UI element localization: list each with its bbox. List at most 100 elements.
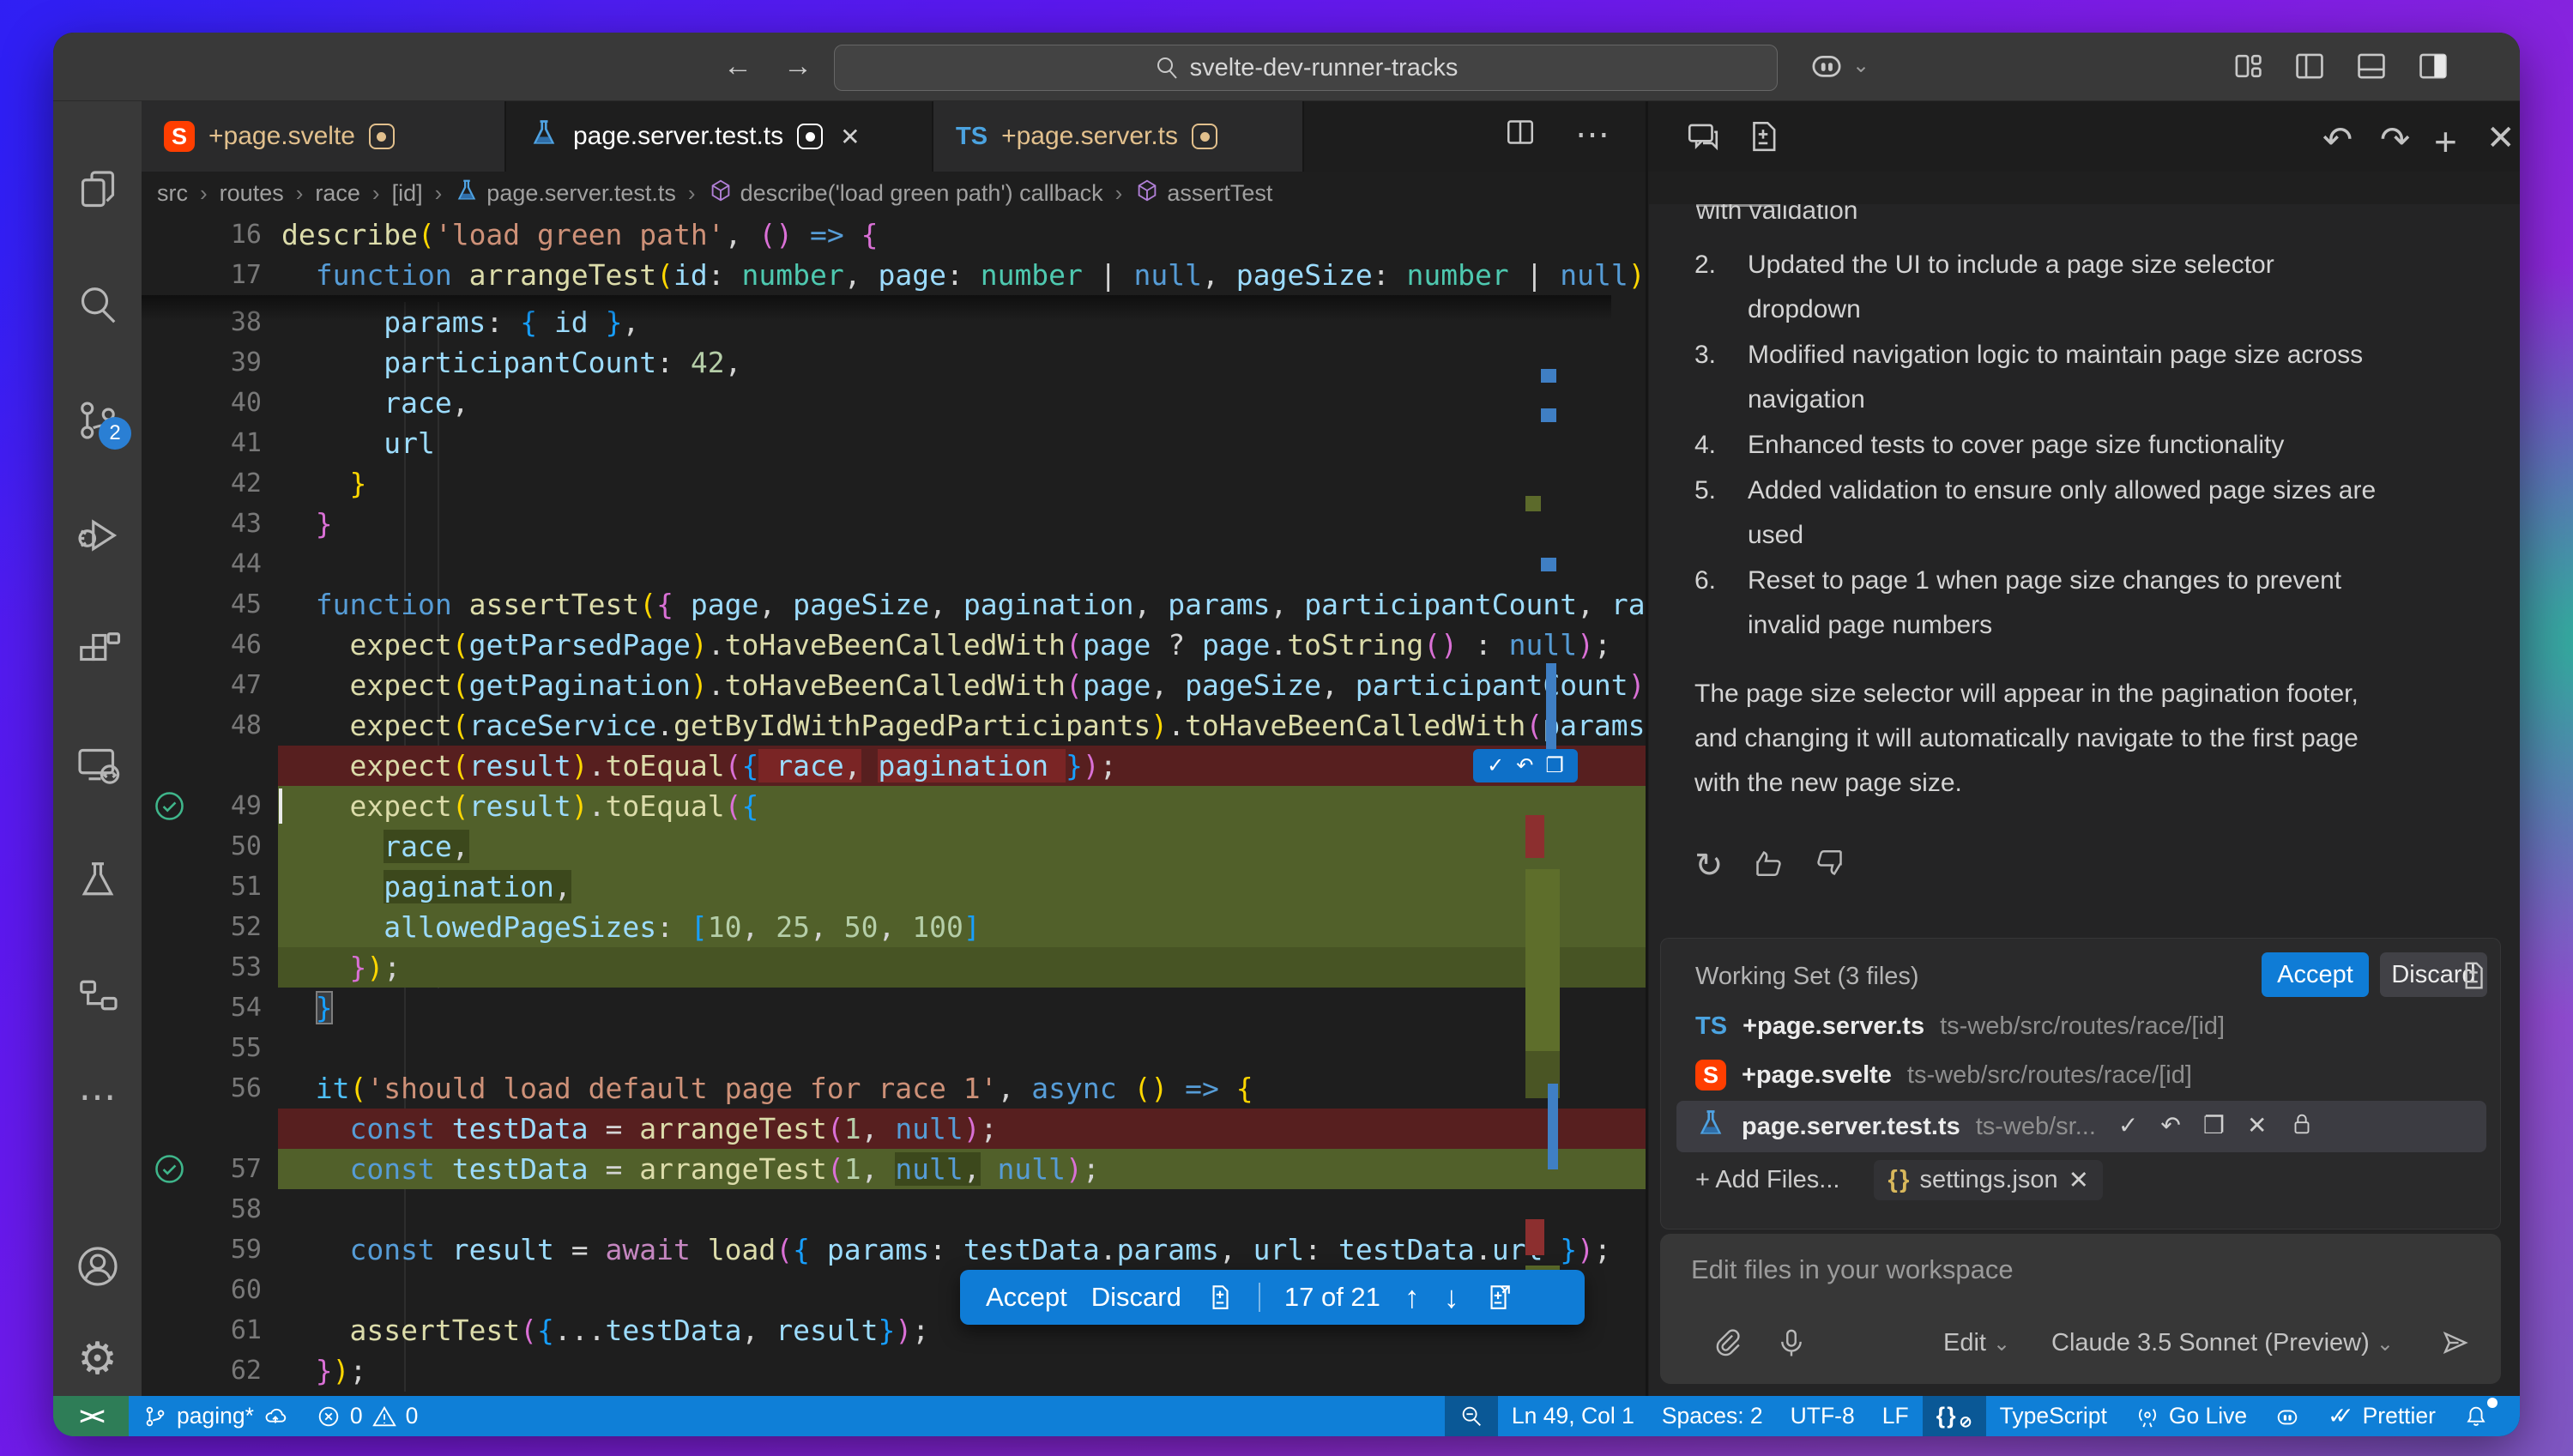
eol-status[interactable]: LF	[1869, 1396, 1923, 1436]
chat-redo-icon[interactable]: ↷	[2380, 118, 2410, 160]
open-diff-icon[interactable]	[1483, 1283, 1513, 1312]
breadcrumb-item[interactable]: src	[157, 180, 188, 207]
new-chat-icon[interactable]: +	[2434, 118, 2457, 165]
account-icon[interactable]	[53, 1225, 142, 1308]
chat-undo-icon[interactable]: ↶	[2322, 118, 2353, 160]
toggle-primary-sidebar-icon[interactable]	[2292, 48, 2328, 84]
breadcrumb-item[interactable]: routes	[220, 180, 284, 207]
publish-cloud-icon	[263, 1404, 288, 1429]
working-set-file-+page.server.ts[interactable]: TS+page.server.tsts-web/src/routes/race/…	[1676, 1003, 2486, 1049]
add-files-button[interactable]: + Add Files...	[1695, 1166, 1839, 1194]
stage-all-icon[interactable]	[2457, 959, 2490, 992]
thumbs-up-icon[interactable]	[1751, 846, 1785, 880]
breadcrumb-item[interactable]: assertTest	[1134, 178, 1272, 209]
working-set-file-+page.svelte[interactable]: S+page.sveltets-web/src/routes/race/[id]	[1676, 1052, 2486, 1098]
line-number: 41	[176, 423, 262, 463]
overview-ruler-mark	[1525, 496, 1541, 511]
forward-icon[interactable]: →	[779, 50, 817, 83]
remove-chip-icon[interactable]: ✕	[2069, 1165, 2089, 1195]
line-number: 45	[176, 584, 262, 625]
back-icon[interactable]: ←	[719, 50, 757, 83]
hierarchy-icon[interactable]	[53, 954, 142, 1036]
breadcrumb-item[interactable]: page.server.test.ts	[454, 178, 676, 209]
testing-icon[interactable]	[53, 839, 142, 921]
problems-status[interactable]: 0 0	[302, 1396, 432, 1436]
screencast-zoom-chip[interactable]	[1445, 1396, 1498, 1436]
stage-change-icon[interactable]: ❐	[1545, 753, 1564, 778]
stage-file-icon[interactable]	[1205, 1283, 1235, 1312]
overview-ruler-mark	[1525, 869, 1560, 1051]
encoding-status[interactable]: UTF-8	[1777, 1396, 1869, 1436]
more-editor-actions-icon[interactable]: ⋯	[1575, 115, 1610, 154]
branch-icon	[142, 1404, 168, 1429]
cursor-position[interactable]: Ln 49, Col 1	[1498, 1396, 1648, 1436]
source-control-icon[interactable]: 2	[53, 379, 142, 462]
accept-button[interactable]: Accept	[2262, 952, 2369, 997]
run-debug-icon[interactable]	[53, 494, 142, 577]
code-editor[interactable]: 38 params: { id },39 participantCount: 4…	[142, 214, 1647, 1396]
chat-edits-icon[interactable]	[1745, 118, 1781, 163]
remote-explorer-icon[interactable]	[53, 724, 142, 807]
code-line-deleted: const testData = arrangeTest(1, null);	[142, 1109, 1611, 1149]
previous-change-icon[interactable]: ↑	[1404, 1279, 1420, 1315]
indentation-status[interactable]: Spaces: 2	[1648, 1396, 1777, 1436]
accept-change-icon[interactable]: ✓	[1487, 753, 1504, 778]
chat-comment-icon[interactable]	[1685, 118, 1721, 163]
toggle-panel-icon[interactable]	[2353, 48, 2389, 84]
accept-file-icon[interactable]: ✓	[2118, 1111, 2138, 1143]
discard-all-button[interactable]: Discard	[1091, 1282, 1181, 1313]
settings-json-chip[interactable]: { } settings.json ✕	[1874, 1160, 2103, 1200]
code-text: function arrangeTest(id: number, page: n…	[281, 255, 1646, 295]
tab-page.server.test.ts[interactable]: page.server.test.ts✕	[506, 101, 933, 172]
breadcrumb-separator: ›	[1115, 180, 1123, 207]
toggle-secondary-sidebar-icon[interactable]	[2415, 48, 2451, 84]
close-tab-icon[interactable]: ✕	[840, 123, 860, 151]
copilot-status[interactable]	[2261, 1396, 2314, 1436]
breadcrumb-item[interactable]: [id]	[392, 180, 423, 207]
modified-indicator-icon[interactable]	[797, 124, 823, 149]
branch-status[interactable]: paging*	[129, 1396, 302, 1436]
modified-indicator-icon[interactable]	[369, 124, 395, 149]
accept-all-button[interactable]: Accept	[986, 1282, 1067, 1313]
notification-dot	[2487, 1398, 2498, 1408]
remove-file-icon[interactable]: ✕	[2247, 1111, 2267, 1143]
braces-status-chip[interactable]: { }⊘	[1923, 1396, 1986, 1436]
notifications-bell[interactable]	[2449, 1396, 2503, 1436]
chat-input-box[interactable]: Edit files in your workspace Edit ⌄ Clau…	[1660, 1234, 2501, 1384]
breadcrumb-item[interactable]: describe('load green path') callback	[708, 178, 1103, 209]
language-mode[interactable]: TypeScript	[1986, 1396, 2121, 1436]
thumbs-down-icon[interactable]	[1813, 846, 1847, 880]
attach-icon[interactable]	[1710, 1326, 1743, 1359]
formatter-status[interactable]: ✓✓ Prettier	[2314, 1396, 2449, 1436]
more-actions-icon[interactable]: ⋯	[53, 1055, 142, 1138]
remote-indicator[interactable]: ><	[53, 1396, 129, 1436]
code-text: }	[281, 463, 366, 504]
extensions-icon[interactable]	[53, 609, 142, 692]
go-live-button[interactable]: Go Live	[2121, 1396, 2261, 1436]
discard-change-icon[interactable]: ↶	[1516, 753, 1533, 778]
explorer-icon[interactable]	[53, 149, 142, 232]
mode-dropdown[interactable]: Edit ⌄	[1943, 1329, 2010, 1357]
settings-gear-icon[interactable]: ⚙	[53, 1318, 142, 1400]
customize-layout-icon[interactable]	[2230, 48, 2266, 84]
lock-file-icon[interactable]	[2289, 1111, 2315, 1143]
breadcrumb[interactable]: src›routes›race›[id]›page.server.test.ts…	[142, 172, 1647, 214]
mic-icon[interactable]	[1775, 1326, 1808, 1359]
tab-+page.server.ts[interactable]: TS+page.server.ts	[933, 101, 1304, 172]
copilot-menu-button[interactable]: ⌄	[1808, 46, 1869, 84]
command-center-search[interactable]: svelte-dev-runner-tracks	[834, 45, 1778, 91]
retry-icon[interactable]: ↻	[1694, 846, 1724, 885]
code-line: 42 }	[142, 463, 1611, 504]
working-set-file-page.server.test.ts[interactable]: page.server.test.tsts-web/sr...✓↶❐✕	[1676, 1101, 2486, 1152]
send-icon[interactable]	[2439, 1326, 2472, 1359]
split-editor-icon[interactable]	[1503, 115, 1537, 149]
close-chat-icon[interactable]: ✕	[2486, 118, 2516, 158]
breadcrumb-item[interactable]: race	[315, 180, 360, 207]
tab-+page.svelte[interactable]: S+page.svelte	[142, 101, 506, 172]
search-icon[interactable]	[53, 264, 142, 347]
next-change-icon[interactable]: ↓	[1444, 1279, 1459, 1315]
stage-file-icon[interactable]: ❐	[2203, 1111, 2225, 1143]
model-dropdown[interactable]: Claude 3.5 Sonnet (Preview) ⌄	[2051, 1329, 2394, 1357]
discard-file-icon[interactable]: ↶	[2160, 1111, 2180, 1143]
modified-indicator-icon[interactable]	[1192, 124, 1217, 149]
